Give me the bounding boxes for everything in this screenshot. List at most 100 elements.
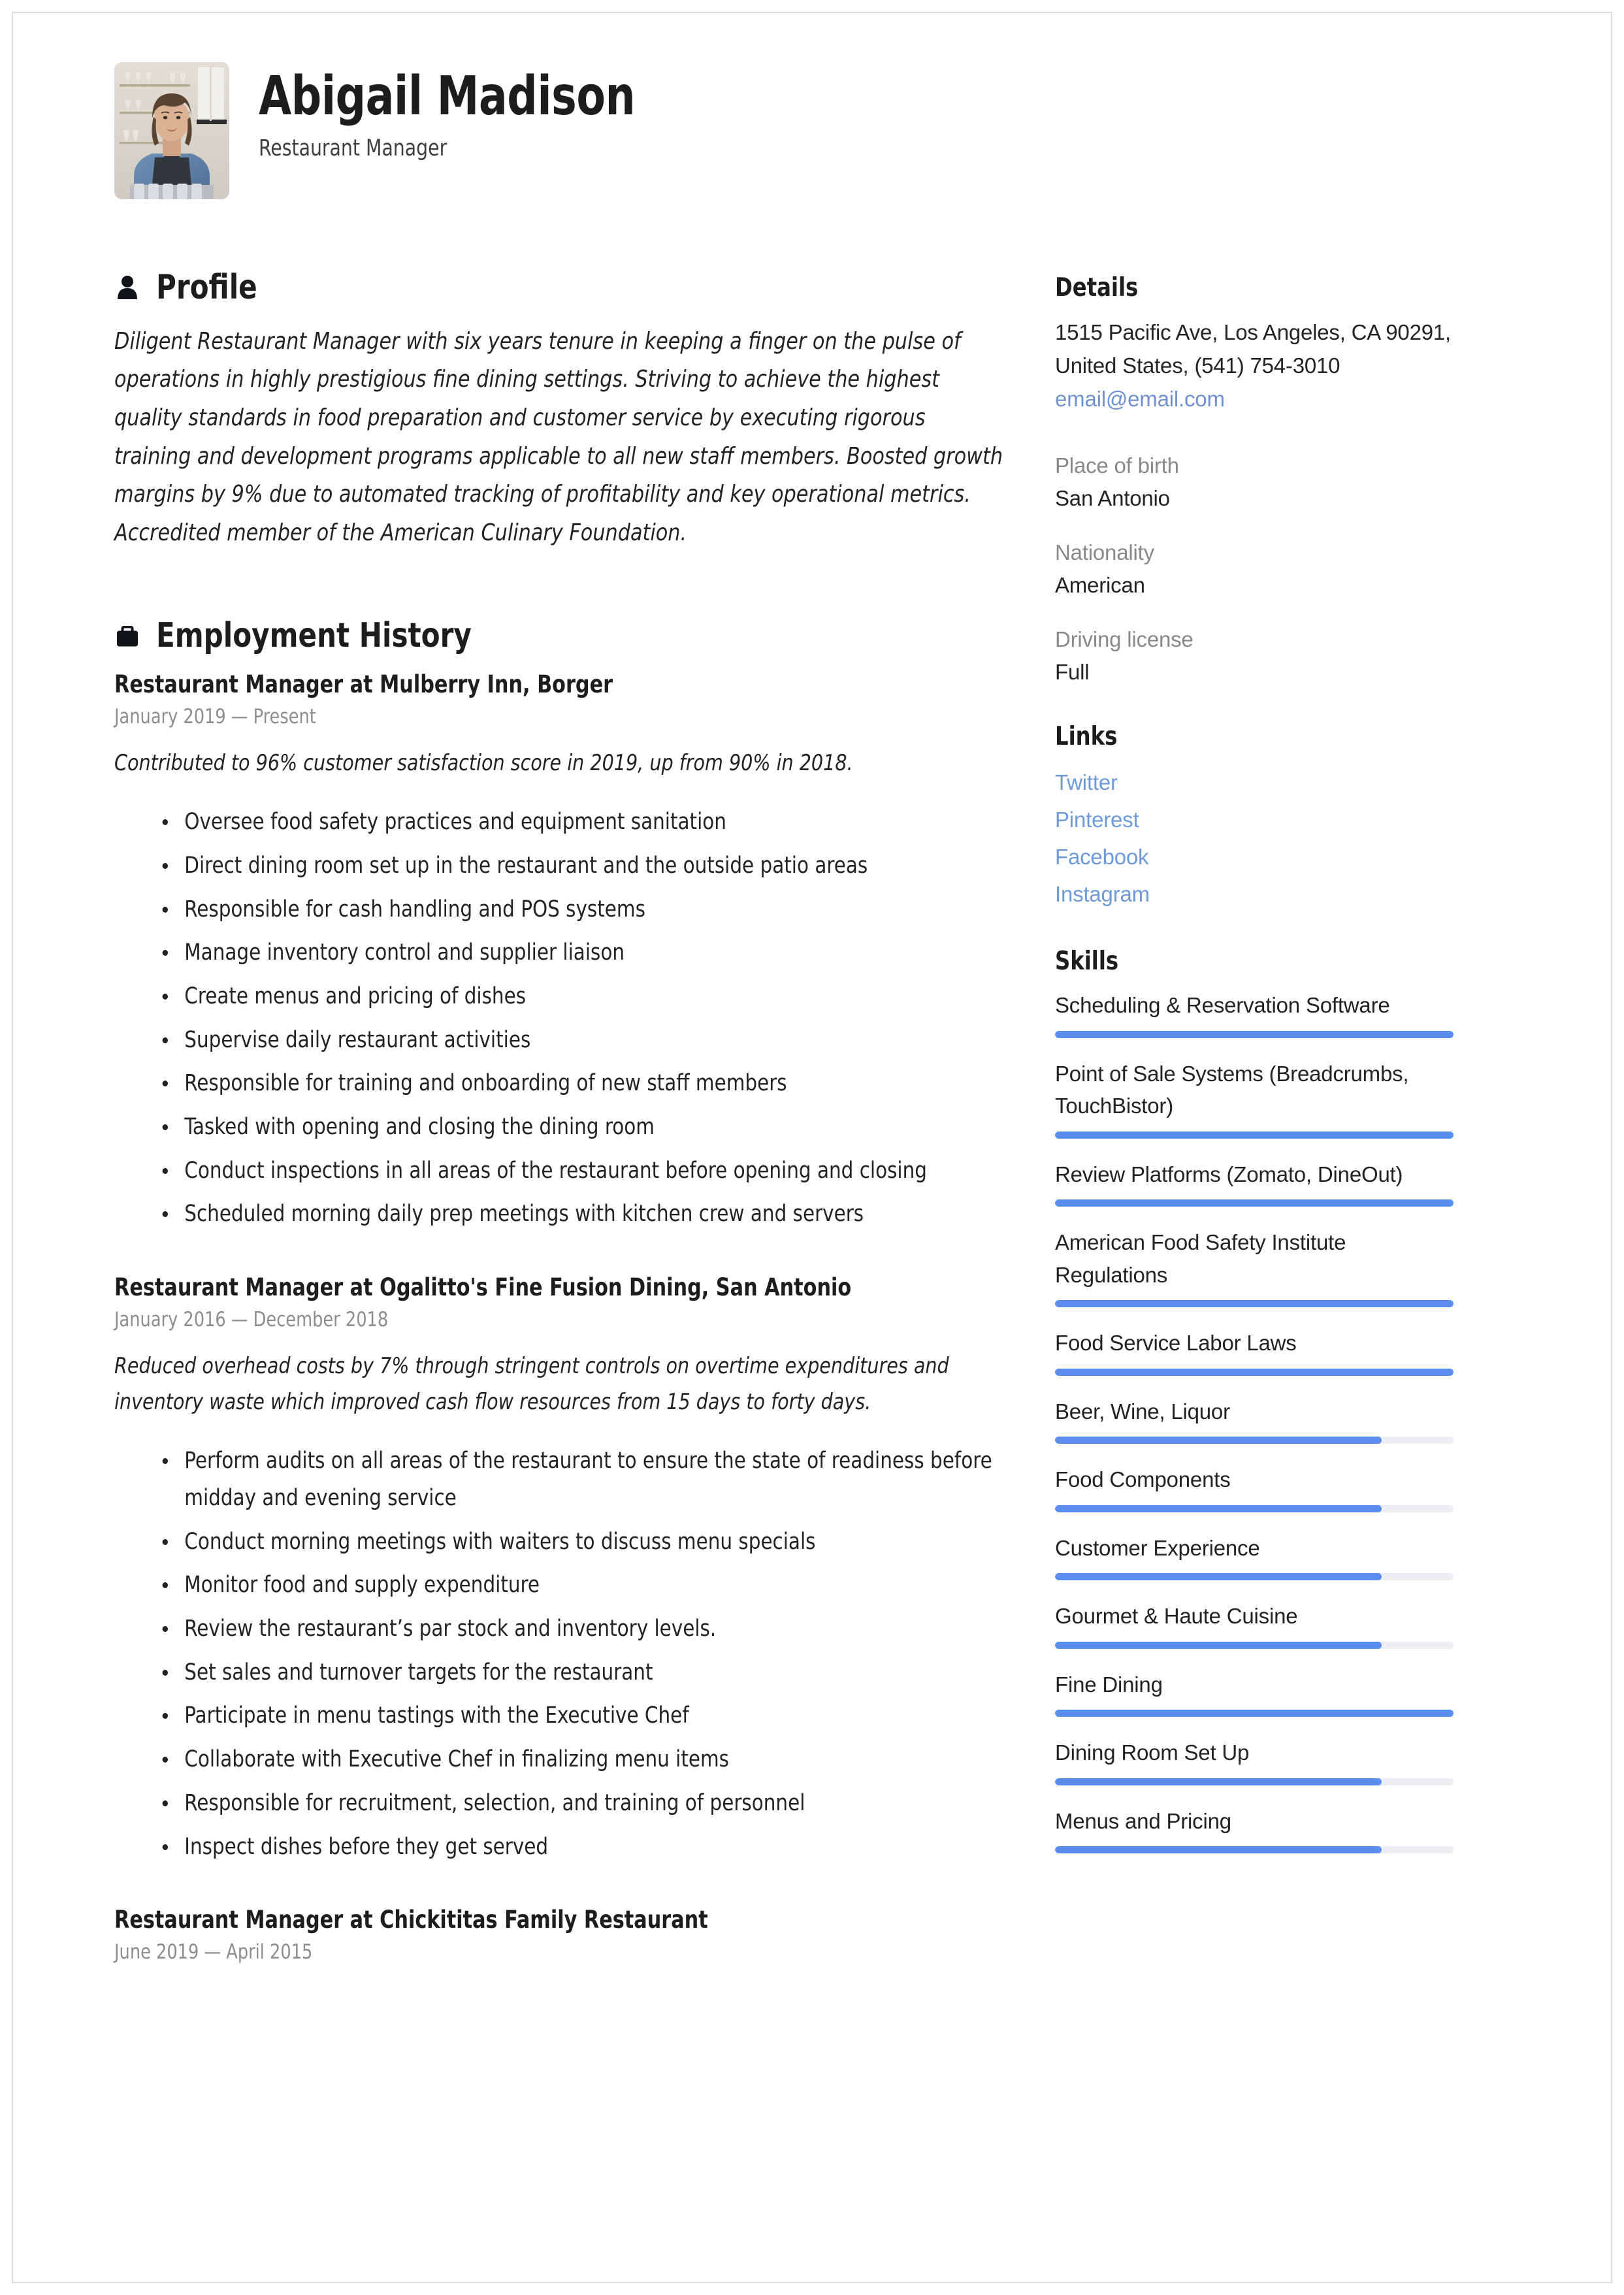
skill-bar [1055, 1846, 1453, 1854]
skill-fill [1055, 1131, 1453, 1139]
skill-fill [1055, 1573, 1382, 1581]
list-item: Review the restaurant’s par stock and in… [159, 1610, 1029, 1648]
job-summary: Contributed to 96% customer satisfaction… [114, 750, 853, 777]
list-item: Participate in menu tastings with the Ex… [159, 1697, 1029, 1734]
driving-license-value: Full [1055, 659, 1090, 684]
list-item: Direct dining room set up in the restaur… [159, 847, 1029, 885]
briefcase-icon [114, 621, 140, 651]
job-date: January 2019 — Present [114, 705, 316, 729]
employment-section-header: Employment History [114, 618, 1003, 654]
job-entry: Restaurant Manager at Ogalitto's Fine Fu… [114, 1273, 1003, 1865]
skill-item: Beer, Wine, Liquor [1055, 1395, 1453, 1444]
skill-item: Scheduling & Reservation Software [1055, 989, 1453, 1038]
skill-bar [1055, 1641, 1453, 1649]
skill-name: Dining Room Set Up [1055, 1740, 1250, 1765]
list-item: Responsible for training and onboarding … [159, 1065, 1029, 1102]
job-bullets: Oversee food safety practices and equipm… [114, 804, 1003, 1233]
skill-item: Fine Dining [1055, 1668, 1453, 1717]
avatar [114, 62, 229, 199]
candidate-job-title: Restaurant Manager [259, 135, 447, 161]
list-item: Manage inventory control and supplier li… [159, 934, 1029, 971]
sidebar: Details 1515 Pacific Ave, Los Angeles, C… [1055, 270, 1453, 1873]
skill-bar [1055, 1199, 1453, 1207]
skill-name: Food Service Labor Laws [1055, 1331, 1297, 1356]
job-title: Restaurant Manager at Mulberry Inn, Borg… [114, 670, 613, 699]
skill-item: Food Components [1055, 1463, 1453, 1512]
job-date: June 2019 — April 2015 [114, 1940, 313, 1964]
link-pinterest[interactable]: Pinterest [1055, 802, 1453, 839]
skill-fill [1055, 1030, 1453, 1038]
skill-bar [1055, 1437, 1453, 1444]
main-column: Profile Diligent Restaurant Manager with… [114, 270, 1055, 1964]
list-item: Perform audits on all areas of the resta… [159, 1442, 1029, 1516]
skill-item: Review Platforms (Zomato, DineOut) [1055, 1158, 1453, 1207]
job-title: Restaurant Manager at Ogalitto's Fine Fu… [114, 1273, 852, 1302]
details-title: Details [1055, 273, 1139, 302]
list-item: Scheduled morning daily prep meetings wi… [159, 1196, 1029, 1233]
skill-name: Review Platforms (Zomato, DineOut) [1055, 1162, 1403, 1186]
skill-name: Customer Experience [1055, 1535, 1260, 1560]
skill-bar [1055, 1778, 1453, 1785]
skill-item: Food Service Labor Laws [1055, 1327, 1453, 1376]
skill-item: Dining Room Set Up [1055, 1736, 1453, 1785]
list-item: Monitor food and supply expenditure [159, 1567, 1029, 1604]
job-entry: Restaurant Manager at Mulberry Inn, Borg… [114, 670, 1003, 1233]
skill-name: Scheduling & Reservation Software [1055, 993, 1390, 1018]
skill-item: Customer Experience [1055, 1532, 1453, 1581]
skill-fill [1055, 1778, 1382, 1785]
skill-bar [1055, 1030, 1453, 1038]
job-bullets: Perform audits on all areas of the resta… [114, 1442, 1003, 1865]
links-title: Links [1055, 722, 1118, 752]
job-entry: Restaurant Manager at Chickititas Family… [114, 1906, 1003, 1964]
skill-item: Menus and Pricing [1055, 1805, 1453, 1854]
resume-header: Abigail Madison Restaurant Manager [114, 62, 1510, 199]
list-item: Set sales and turnover targets for the r… [159, 1654, 1029, 1691]
link-facebook[interactable]: Facebook [1055, 839, 1453, 876]
skill-fill [1055, 1710, 1453, 1717]
job-date: January 2016 — December 2018 [114, 1308, 389, 1332]
candidate-name: Abigail Madison [259, 65, 636, 127]
list-item: Create menus and pricing of dishes [159, 978, 1029, 1015]
skill-bar [1055, 1710, 1453, 1717]
skill-item: Point of Sale Systems (Breadcrumbs, Touc… [1055, 1058, 1453, 1139]
resume-page: Abigail Madison Restaurant Manager Profi… [0, 0, 1624, 2295]
skill-name: Menus and Pricing [1055, 1808, 1231, 1833]
driving-license-label: Driving license [1055, 627, 1194, 652]
skill-item: Gourmet & Haute Cuisine [1055, 1600, 1453, 1649]
address-text: 1515 Pacific Ave, Los Angeles, CA 90291,… [1055, 320, 1451, 378]
nationality-label: Nationality [1055, 540, 1154, 565]
list-item: Supervise daily restaurant activities [159, 1022, 1029, 1059]
skill-bar [1055, 1505, 1453, 1512]
skill-bar [1055, 1300, 1453, 1308]
list-item: Conduct morning meetings with waiters to… [159, 1523, 1029, 1561]
skill-name: American Food Safety Institute Regulatio… [1055, 1230, 1346, 1287]
skill-fill [1055, 1368, 1453, 1376]
skill-bar [1055, 1368, 1453, 1376]
skill-bar [1055, 1573, 1453, 1581]
skill-name: Food Components [1055, 1467, 1231, 1492]
list-item: Conduct inspections in all areas of the … [159, 1152, 1029, 1190]
list-item: Collaborate with Executive Chef in final… [159, 1741, 1029, 1778]
list-item: Inspect dishes before they get served [159, 1829, 1029, 1866]
employment-title: Employment History [156, 615, 472, 655]
email-link[interactable]: email@email.com [1055, 382, 1453, 415]
person-icon [114, 272, 140, 302]
skill-fill [1055, 1846, 1382, 1854]
skill-fill [1055, 1641, 1382, 1649]
list-item: Tasked with opening and closing the dini… [159, 1109, 1029, 1146]
skill-fill [1055, 1505, 1382, 1512]
skill-bar [1055, 1131, 1453, 1139]
jobs-list: Restaurant Manager at Mulberry Inn, Borg… [114, 670, 1003, 1964]
list-item: Responsible for recruitment, selection, … [159, 1785, 1029, 1822]
job-title: Restaurant Manager at Chickititas Family… [114, 1906, 708, 1934]
skill-fill [1055, 1199, 1453, 1207]
skill-fill [1055, 1300, 1453, 1308]
profile-section-header: Profile [114, 270, 1003, 306]
skill-name: Beer, Wine, Liquor [1055, 1399, 1230, 1424]
link-twitter[interactable]: Twitter [1055, 764, 1453, 802]
profile-text: Diligent Restaurant Manager with six yea… [114, 327, 1003, 546]
link-instagram[interactable]: Instagram [1055, 876, 1453, 913]
list-item: Oversee food safety practices and equipm… [159, 804, 1029, 841]
place-of-birth-value: San Antonio [1055, 485, 1170, 510]
skill-name: Gourmet & Haute Cuisine [1055, 1604, 1298, 1629]
